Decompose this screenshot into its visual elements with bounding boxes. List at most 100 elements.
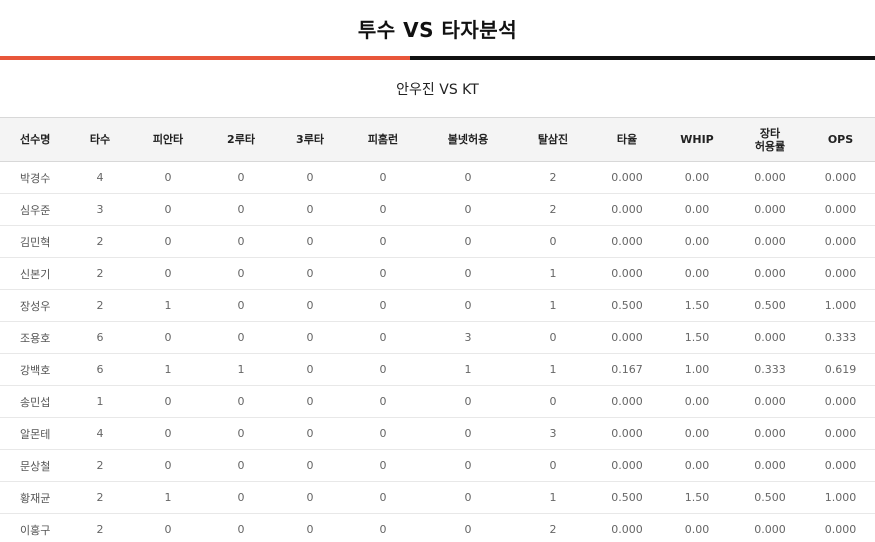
stat-cell: 0	[164, 427, 172, 440]
page-header: 투수 VS 타자분석	[0, 0, 875, 56]
stat-cell: 0.333	[754, 363, 786, 376]
stat-cell: 0	[464, 235, 472, 248]
stat-cell: 0	[379, 267, 387, 280]
stat-cell: 0	[306, 395, 314, 408]
stat-cell: 1	[549, 267, 557, 280]
stat-cell: 0.00	[684, 459, 710, 472]
stat-cell: 0	[379, 395, 387, 408]
stat-cell: 0	[237, 203, 245, 216]
stat-cell: 0.000	[824, 427, 857, 440]
stat-cell: 0	[164, 203, 172, 216]
stat-cell: 0.000	[611, 171, 643, 184]
stat-cell: 0.000	[824, 203, 857, 216]
column-header: 타수	[89, 133, 111, 146]
stat-cell: 0	[306, 171, 314, 184]
header-divider-dark	[410, 56, 875, 60]
stat-cell: 1.50	[684, 491, 710, 504]
stat-cell: 0.000	[824, 459, 857, 472]
stat-cell: 0	[237, 235, 245, 248]
stat-cell: 0	[237, 491, 245, 504]
stat-cell: 0.00	[684, 267, 710, 280]
stat-cell: 0.167	[611, 363, 643, 376]
stat-cell: 0.000	[611, 395, 643, 408]
stat-cell: 0	[549, 395, 557, 408]
stat-cell: 4	[96, 171, 104, 184]
stat-cell: 0.000	[824, 267, 857, 280]
stat-cell: 0	[164, 331, 172, 344]
stat-cell: 0	[464, 491, 472, 504]
stat-cell: 0	[306, 491, 314, 504]
table-row: 알몬테 4 0 0 0 0 0 3 0.000 0.00 0.000 0.000	[0, 418, 875, 450]
column-header: 탈삼진	[537, 133, 569, 146]
column-header: 피안타	[152, 133, 184, 146]
stat-cell: 0	[237, 331, 245, 344]
stat-cell: 0.000	[611, 459, 643, 472]
stat-cell: 2	[96, 523, 104, 536]
stat-cell: 0	[549, 459, 557, 472]
table-row: 강백호 6 1 1 0 0 1 1 0.167 1.00 0.333 0.619	[0, 354, 875, 386]
column-header: 선수명	[20, 133, 51, 146]
stat-cell: 0	[237, 171, 245, 184]
stat-cell: 0.00	[684, 427, 710, 440]
stat-cell: 0	[306, 267, 314, 280]
player-name-cell: 김민혁	[20, 235, 51, 249]
stat-cell: 0	[237, 395, 245, 408]
stat-cell: 6	[96, 331, 104, 344]
table-row: 심우준 3 0 0 0 0 0 2 0.000 0.00 0.000 0.000	[0, 194, 875, 226]
stat-cell: 0.500	[754, 491, 786, 504]
stat-cell: 0	[306, 331, 314, 344]
stat-cell: 0.000	[754, 203, 786, 216]
stat-cell: 0	[379, 523, 387, 536]
stat-cell: 1.000	[824, 491, 857, 504]
stat-cell: 0.00	[684, 235, 710, 248]
stat-cell: 1	[164, 363, 172, 376]
stats-table: 선수명 타수 피안타 2루타 3루타 피홈런 볼넷허용 탈삼진 타율 WHIP 장타 허용률 OPS 박…	[0, 117, 875, 542]
stat-cell: 0	[306, 299, 314, 312]
stat-cell: 0	[306, 459, 314, 472]
stat-cell: 0	[306, 363, 314, 376]
stat-cell: 0	[464, 395, 472, 408]
stat-cell: 0.000	[611, 203, 643, 216]
stat-cell: 0	[464, 171, 472, 184]
stat-cell: 0.000	[754, 331, 786, 344]
stat-cell: 0	[464, 459, 472, 472]
stat-cell: 0	[237, 459, 245, 472]
stat-cell: 1	[237, 363, 245, 376]
stat-cell: 1.50	[684, 299, 710, 312]
stat-cell: 0.619	[824, 363, 857, 376]
stat-cell: 2	[96, 267, 104, 280]
table-row: 이홍구 2 0 0 0 0 0 2 0.000 0.00 0.000 0.000	[0, 514, 875, 542]
stat-cell: 0	[306, 523, 314, 536]
stat-cell: 0	[379, 459, 387, 472]
column-header: OPS	[827, 133, 854, 146]
stat-cell: 3	[96, 203, 104, 216]
stat-cell: 0	[379, 427, 387, 440]
stat-cell: 0.00	[684, 171, 710, 184]
table-row: 신본기 2 0 0 0 0 0 1 0.000 0.00 0.000 0.000	[0, 258, 875, 290]
stat-cell: 0.000	[824, 395, 857, 408]
table-row: 송민섭 1 0 0 0 0 0 0 0.000 0.00 0.000 0.000	[0, 386, 875, 418]
stat-cell: 0.000	[754, 267, 786, 280]
stat-cell: 1.00	[684, 363, 710, 376]
header-divider	[0, 56, 875, 60]
stat-cell: 0	[549, 235, 557, 248]
stat-cell: 1.000	[824, 299, 857, 312]
stat-cell: 4	[96, 427, 104, 440]
stat-cell: 6	[96, 363, 104, 376]
stat-cell: 0.000	[754, 459, 786, 472]
stat-cell: 1	[464, 363, 472, 376]
stat-cell: 0.500	[611, 491, 643, 504]
stat-cell: 0.00	[684, 203, 710, 216]
stat-cell: 0	[379, 171, 387, 184]
table-row: 김민혁 2 0 0 0 0 0 0 0.000 0.00 0.000 0.000	[0, 226, 875, 258]
stat-cell: 0	[464, 299, 472, 312]
stat-cell: 0	[379, 331, 387, 344]
stat-cell: 0.000	[754, 427, 786, 440]
stat-cell: 0	[549, 331, 557, 344]
stat-cell: 0.500	[754, 299, 786, 312]
stat-cell: 0.000	[824, 523, 857, 536]
stat-cell: 3	[549, 427, 557, 440]
column-header: WHIP	[680, 133, 714, 146]
stat-cell: 0.000	[611, 331, 643, 344]
player-name-cell: 장성우	[20, 299, 51, 313]
